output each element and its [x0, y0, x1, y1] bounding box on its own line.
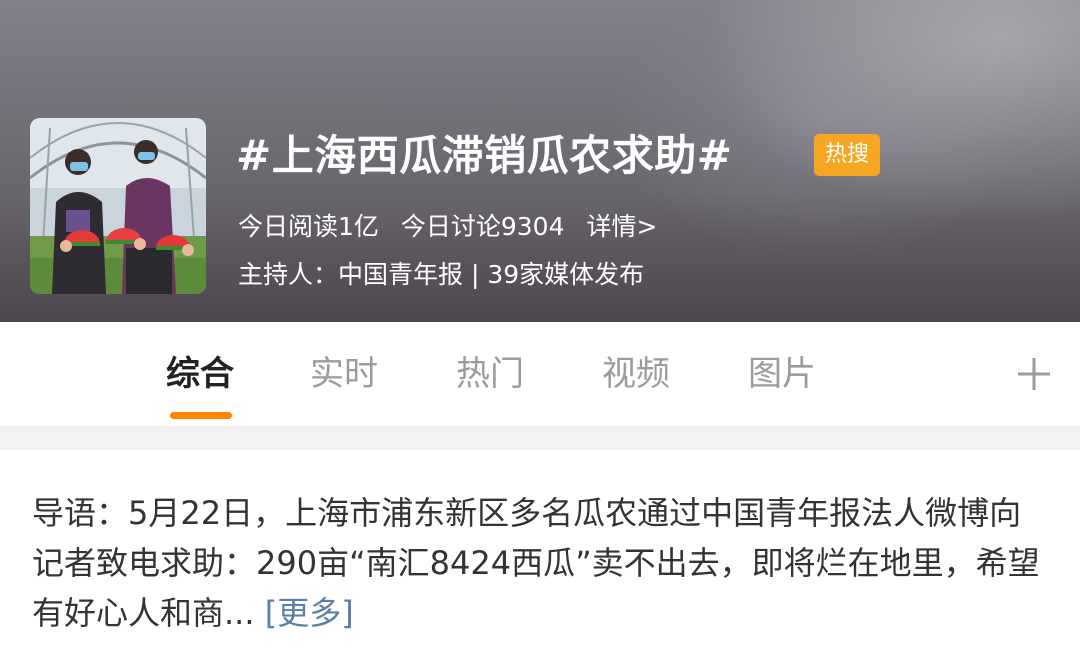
hot-search-badge: 热搜: [814, 134, 880, 176]
topic-header: #上海西瓜滞销瓜农求助# 热搜 今日阅读1亿 今日讨论9304 详情> 主持人：…: [0, 0, 1080, 322]
active-tab-indicator: [170, 412, 232, 419]
section-divider: [0, 426, 1080, 450]
topic-title: #上海西瓜滞销瓜农求助#: [236, 131, 733, 180]
tab-images[interactable]: 图片: [748, 352, 816, 396]
topic-stats: 今日阅读1亿 今日讨论9304 详情>: [238, 208, 671, 246]
plus-icon[interactable]: [1012, 352, 1056, 396]
tab-comprehensive[interactable]: 综合: [166, 352, 234, 396]
more-link[interactable]: [更多]: [265, 594, 354, 632]
read-count: 今日阅读1亿: [238, 212, 379, 241]
intro-text: 导语：5月22日，上海市浦东新区多名瓜农通过中国青年报法人微博向记者致电求助：2…: [32, 494, 1040, 632]
tab-video[interactable]: 视频: [602, 352, 670, 396]
tab-realtime[interactable]: 实时: [310, 352, 378, 396]
topic-thumbnail[interactable]: [30, 118, 206, 294]
tab-bar: 综合 实时 热门 视频 图片: [0, 322, 1080, 426]
farmers-with-watermelon-photo: [30, 118, 206, 294]
host-info: 主持人：中国青年报 | 39家媒体发布: [238, 260, 645, 289]
topic-intro: 导语：5月22日，上海市浦东新区多名瓜农通过中国青年报法人微博向记者致电求助：2…: [32, 488, 1048, 638]
details-link[interactable]: 详情>: [586, 212, 657, 241]
discussion-count: 今日讨论9304: [400, 212, 565, 241]
tab-hot[interactable]: 热门: [456, 352, 524, 396]
